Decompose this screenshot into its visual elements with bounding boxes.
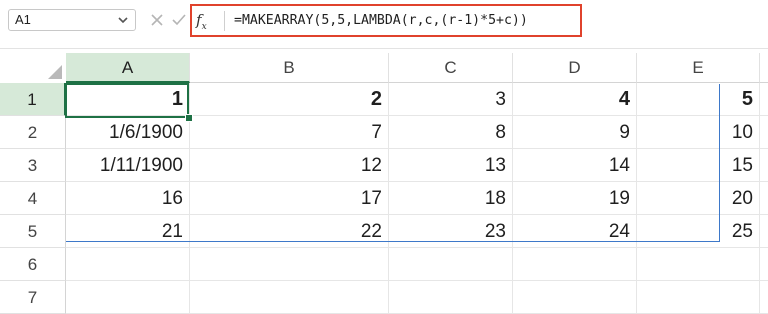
divider	[0, 48, 768, 49]
cell-f6[interactable]	[760, 248, 768, 281]
cell-a6[interactable]	[66, 248, 190, 281]
cell-e3[interactable]: 15	[637, 149, 760, 182]
cell-c5[interactable]: 23	[389, 215, 513, 248]
cell-e6[interactable]	[637, 248, 760, 281]
row-header-2[interactable]: 2	[0, 116, 66, 149]
cell-d7[interactable]	[513, 281, 637, 314]
cell-b3[interactable]: 12	[190, 149, 389, 182]
chevron-down-icon[interactable]	[117, 13, 129, 27]
cell-d4[interactable]: 19	[513, 182, 637, 215]
cell-b2[interactable]: 7	[190, 116, 389, 149]
column-header-e[interactable]: E	[637, 53, 760, 83]
cell-f2[interactable]	[760, 116, 768, 149]
column-header-b[interactable]: B	[190, 53, 389, 83]
row-header-4[interactable]: 4	[0, 182, 66, 215]
cell-e2[interactable]: 10	[637, 116, 760, 149]
row-header-6[interactable]: 6	[0, 248, 66, 281]
row-header-7[interactable]: 7	[0, 281, 66, 314]
cell-e1[interactable]: 5	[637, 83, 760, 116]
cell-c6[interactable]	[389, 248, 513, 281]
cell-f7[interactable]	[760, 281, 768, 314]
cell-b6[interactable]	[190, 248, 389, 281]
cell-d1[interactable]: 4	[513, 83, 637, 116]
cell-d3[interactable]: 14	[513, 149, 637, 182]
cell-f1[interactable]	[760, 83, 768, 116]
row-header-1[interactable]: 1	[0, 83, 66, 116]
cell-b1[interactable]: 2	[190, 83, 389, 116]
row-header-3[interactable]: 3	[0, 149, 66, 182]
cell-d6[interactable]	[513, 248, 637, 281]
cell-c2[interactable]: 8	[389, 116, 513, 149]
column-header-c[interactable]: C	[389, 53, 513, 83]
cell-f4[interactable]	[760, 182, 768, 215]
cell-a5[interactable]: 21	[66, 215, 190, 248]
cell-b7[interactable]	[190, 281, 389, 314]
cell-a1[interactable]: 1	[66, 83, 190, 116]
cell-c1[interactable]: 3	[389, 83, 513, 116]
column-header-f[interactable]: F	[760, 53, 768, 83]
cell-f3[interactable]	[760, 149, 768, 182]
formula-bar-area: A1 fx =MAKEARRAY(5,5,LAMBDA(r,c,(r-1)*5+…	[0, 0, 768, 49]
cell-e4[interactable]: 20	[637, 182, 760, 215]
formula-divider	[224, 11, 225, 31]
cell-b5[interactable]: 22	[190, 215, 389, 248]
cell-a2[interactable]: 1/6/1900	[66, 116, 190, 149]
cell-d2[interactable]: 9	[513, 116, 637, 149]
name-box-value: A1	[15, 12, 31, 27]
cell-f5[interactable]	[760, 215, 768, 248]
row-header-5[interactable]: 5	[0, 215, 66, 248]
cell-e5[interactable]: 25	[637, 215, 760, 248]
close-icon[interactable]	[147, 10, 167, 30]
check-icon[interactable]	[169, 10, 189, 30]
cell-e7[interactable]	[637, 281, 760, 314]
select-all-triangle-icon	[48, 65, 62, 79]
column-header-d[interactable]: D	[513, 53, 637, 83]
formula-highlight-box: fx =MAKEARRAY(5,5,LAMBDA(r,c,(r-1)*5+c))	[190, 4, 582, 37]
cell-a3[interactable]: 1/11/1900	[66, 149, 190, 182]
cell-d5[interactable]: 24	[513, 215, 637, 248]
cell-b4[interactable]: 17	[190, 182, 389, 215]
spreadsheet-grid: ABCDEF 1234567 123451/6/1900789101/11/19…	[0, 53, 768, 314]
cell-c7[interactable]	[389, 281, 513, 314]
cell-c4[interactable]: 18	[389, 182, 513, 215]
column-header-a[interactable]: A	[66, 53, 190, 83]
formula-input[interactable]: =MAKEARRAY(5,5,LAMBDA(r,c,(r-1)*5+c))	[234, 6, 528, 35]
fx-icon[interactable]: fx	[196, 9, 220, 33]
select-all-button[interactable]	[0, 53, 66, 83]
name-box[interactable]: A1	[8, 9, 136, 31]
cell-c3[interactable]: 13	[389, 149, 513, 182]
cell-a7[interactable]	[66, 281, 190, 314]
cell-a4[interactable]: 16	[66, 182, 190, 215]
